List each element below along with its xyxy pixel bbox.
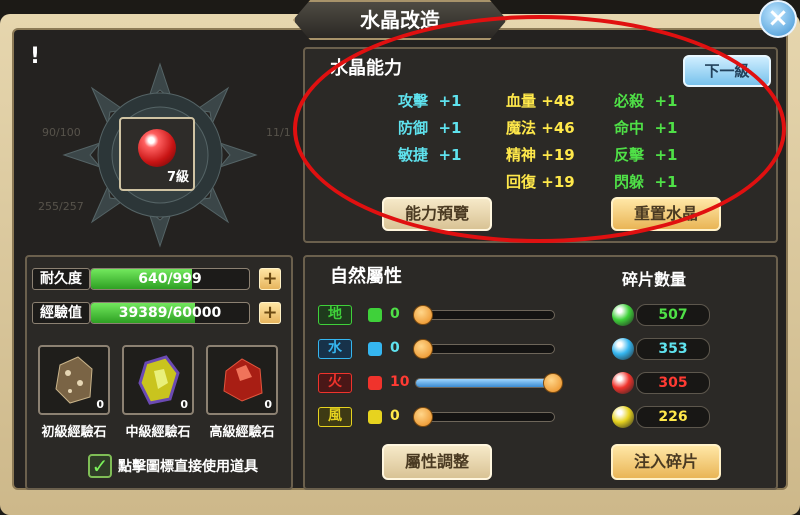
stone-label-medium: 中級經驗石: [125, 425, 191, 440]
shard-count: 353: [636, 338, 710, 360]
experience-text: 39389/60000: [118, 305, 222, 321]
attribute-value: 0: [390, 340, 400, 356]
shard-count-title: 碎片數量: [622, 270, 687, 289]
stone-count: 0: [264, 398, 272, 411]
attribute-gem-icon: [368, 410, 382, 424]
durability-text: 640/999: [138, 271, 202, 287]
durability-bar: 640/999: [90, 268, 250, 290]
exp-stone-advanced[interactable]: 0: [206, 345, 278, 415]
slider-fill: [416, 379, 554, 387]
attribute-tag: 風: [318, 407, 352, 427]
stone-count: 0: [180, 398, 188, 411]
shard-orb-icon: [612, 406, 634, 428]
attribute-slider[interactable]: [415, 344, 555, 354]
durability-label: 耐久度: [32, 268, 90, 290]
attribute-adjust-button[interactable]: 屬性調整: [382, 444, 492, 480]
attribute-gem-icon: [368, 308, 382, 322]
attribute-gem-icon: [368, 376, 382, 390]
experience-label: 經驗值: [32, 302, 90, 324]
shard-orb-icon: [612, 338, 634, 360]
attribute-value: 0: [390, 306, 400, 322]
add-experience-button[interactable]: +: [259, 302, 281, 324]
stone-label-basic: 初級經驗石: [41, 425, 107, 440]
attribute-slider[interactable]: [415, 378, 555, 388]
shard-count: 226: [636, 406, 710, 428]
highlight-ellipse: [293, 15, 786, 243]
attribute-tag: 水: [318, 339, 352, 359]
shard-count: 507: [636, 304, 710, 326]
attribute-value: 10: [390, 374, 410, 390]
auto-use-checkbox[interactable]: ✓: [88, 454, 112, 478]
stone-count: 0: [96, 398, 104, 411]
shard-orb-icon: [612, 372, 634, 394]
slider-knob[interactable]: [413, 339, 433, 359]
shard-count: 305: [636, 372, 710, 394]
ghost-label: 11/1: [266, 126, 291, 139]
attribute-value: 0: [390, 408, 400, 424]
experience-bar: 39389/60000: [90, 302, 250, 324]
attribute-tag: 火: [318, 373, 352, 393]
crystal-slot[interactable]: 7級: [119, 117, 195, 191]
red-crystal-icon: [138, 129, 176, 167]
exp-stone-basic[interactable]: 0: [38, 345, 110, 415]
slider-knob[interactable]: [543, 373, 563, 393]
shard-orb-icon: [612, 304, 634, 326]
slider-knob[interactable]: [413, 305, 433, 325]
close-button[interactable]: ×: [759, 0, 797, 38]
attribute-slider[interactable]: [415, 310, 555, 320]
attribute-title: 自然屬性: [330, 266, 402, 287]
add-durability-button[interactable]: +: [259, 268, 281, 290]
slider-knob[interactable]: [413, 407, 433, 427]
auto-use-label: 點擊圖標直接使用道具: [118, 459, 258, 475]
warning-icon[interactable]: !: [22, 44, 48, 70]
exp-stone-medium[interactable]: 0: [122, 345, 194, 415]
attribute-gem-icon: [368, 342, 382, 356]
inject-shards-button[interactable]: 注入碎片: [611, 444, 721, 480]
crystal-level: 7級: [166, 170, 189, 185]
stone-label-advanced: 高級經驗石: [209, 425, 275, 440]
attribute-slider[interactable]: [415, 412, 555, 422]
attribute-tag: 地: [318, 305, 352, 325]
